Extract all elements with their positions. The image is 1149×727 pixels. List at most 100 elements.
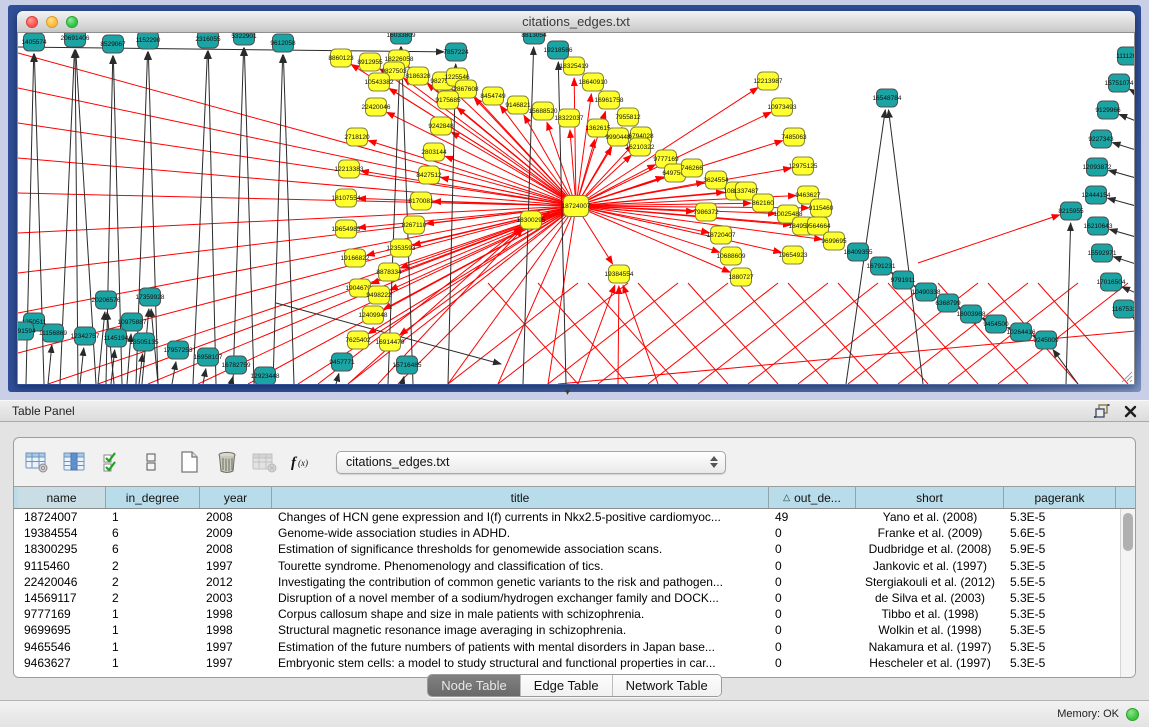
table-row[interactable]: 911546021997Tourette syndrome. Phenomeno… — [14, 558, 1135, 574]
network-canvas[interactable]: 1872400788601238912955182260589827503105… — [17, 33, 1135, 384]
network-node[interactable]: 8912955 — [357, 53, 383, 71]
resize-grip-icon[interactable] — [1119, 369, 1133, 383]
table-row[interactable]: 1456911722003Disruption of a novel membe… — [14, 590, 1135, 606]
table-cell[interactable]: 19384554 — [18, 525, 106, 541]
table-cell[interactable]: 0 — [769, 622, 856, 638]
network-node[interactable]: 9175685 — [435, 91, 461, 109]
network-node[interactable]: 2316055 — [195, 33, 221, 48]
network-node[interactable]: 11156869 — [39, 324, 67, 342]
table-cell[interactable]: 1 — [106, 639, 200, 655]
network-node[interactable]: 12444154 — [1082, 186, 1111, 204]
table-cell[interactable]: Franke et al. (2009) — [856, 525, 1004, 541]
network-node[interactable]: 9498222 — [366, 286, 392, 304]
table-cell[interactable]: 1 — [106, 606, 200, 622]
network-edge-red[interactable] — [18, 206, 576, 233]
network-node[interactable]: 16548784 — [873, 89, 902, 107]
column-settings-icon[interactable] — [62, 449, 88, 475]
network-node[interactable]: 1145194 — [104, 329, 129, 347]
network-node[interactable]: 16409355 — [844, 243, 873, 261]
network-node[interactable]: 17359928 — [136, 288, 165, 306]
network-node[interactable]: 8529067 — [100, 35, 126, 53]
network-edge-red[interactable] — [648, 283, 778, 384]
network-edge-red[interactable] — [448, 283, 578, 384]
table-cell[interactable]: 9777169 — [18, 606, 106, 622]
table-cell[interactable]: 1997 — [200, 639, 272, 655]
network-node[interactable]: 16791231 — [867, 257, 896, 275]
network-edge-black[interactable] — [203, 369, 206, 384]
network-node[interactable]: 16782759 — [222, 356, 251, 374]
network-node[interactable]: 7485063 — [781, 128, 807, 146]
network-edge-red[interactable] — [18, 206, 576, 353]
network-edge-red[interactable] — [18, 158, 576, 206]
network-node[interactable]: 8878334 — [376, 263, 402, 281]
select-columns-icon[interactable] — [100, 449, 126, 475]
network-edge-black[interactable] — [1129, 89, 1135, 93]
new-table-icon[interactable] — [176, 449, 202, 475]
network-edge-black[interactable] — [1122, 287, 1135, 293]
table-cell[interactable]: 22420046 — [18, 574, 106, 590]
network-edge-black[interactable] — [1108, 198, 1135, 206]
network-node[interactable]: 9245009 — [1033, 331, 1059, 349]
network-edge-red[interactable] — [18, 193, 576, 206]
table-cell[interactable]: 0 — [769, 558, 856, 574]
column-header-year[interactable]: year — [200, 487, 272, 508]
table-row[interactable]: 946554611997Estimation of the future num… — [14, 639, 1135, 655]
network-edge-red[interactable] — [738, 283, 828, 384]
network-node[interactable]: 1405574 — [21, 33, 47, 51]
table-cell[interactable]: 5.3E-5 — [1004, 606, 1116, 622]
function-builder-icon[interactable]: f(x) — [290, 449, 316, 475]
table-cell[interactable]: 5.5E-5 — [1004, 574, 1116, 590]
network-node[interactable]: 9791911 — [891, 271, 916, 289]
table-cell[interactable]: 5.3E-5 — [1004, 590, 1116, 606]
table-cell[interactable]: 18724007 — [18, 509, 106, 525]
network-node[interactable]: 22420046 — [362, 98, 391, 116]
table-cell[interactable]: 0 — [769, 639, 856, 655]
network-node[interactable]: 9612058 — [270, 34, 296, 52]
network-node[interactable]: 19166822 — [341, 249, 370, 267]
table-row[interactable]: 946362711997Embryonic stem cells: a mode… — [14, 655, 1135, 671]
network-edge-black[interactable] — [193, 51, 207, 384]
table-cell[interactable]: Wolkin et al. (1998) — [856, 622, 1004, 638]
network-edge-black[interactable] — [80, 348, 84, 384]
network-node[interactable]: 18107554 — [332, 189, 361, 207]
table-cell[interactable]: Structural magnetic resonance image aver… — [272, 622, 769, 638]
table-cell[interactable]: 1 — [106, 509, 200, 525]
table-cell[interactable]: 0 — [769, 590, 856, 606]
table-cell[interactable]: 5.3E-5 — [1004, 509, 1116, 525]
table-cell[interactable]: 18300295 — [18, 541, 106, 557]
table-cell[interactable]: 9465546 — [18, 639, 106, 655]
panel-splitter[interactable]: ▾ — [0, 392, 1149, 400]
network-edge-black[interactable] — [273, 55, 283, 384]
table-cell[interactable]: 1 — [106, 655, 200, 671]
network-node[interactable]: 12213383 — [335, 160, 364, 178]
network-edge-red[interactable] — [698, 283, 828, 384]
network-edge-red[interactable] — [618, 286, 619, 384]
network-node[interactable]: 5322901 — [231, 33, 257, 45]
network-node[interactable]: 9146821 — [505, 96, 531, 114]
network-node[interactable]: 10543382 — [365, 73, 394, 91]
network-node[interactable]: 8186328 — [405, 67, 431, 85]
table-cell[interactable]: 2 — [106, 590, 200, 606]
network-edge-red[interactable] — [445, 156, 576, 206]
table-row[interactable]: 1872400712008Changes of HCN gene express… — [14, 509, 1135, 525]
scrollbar-thumb[interactable] — [1123, 513, 1133, 551]
table-cell[interactable]: 6 — [106, 525, 200, 541]
network-node[interactable]: 7986372 — [693, 203, 719, 221]
network-node[interactable]: 10688609 — [717, 247, 746, 265]
network-edge-black[interactable] — [1110, 229, 1135, 237]
table-cell[interactable]: Disruption of a novel member of a sodium… — [272, 590, 769, 606]
network-node[interactable]: 18720407 — [707, 226, 736, 244]
table-cell[interactable]: 5.3E-5 — [1004, 639, 1116, 655]
float-panel-icon[interactable] — [1094, 404, 1110, 418]
network-node[interactable]: 16961758 — [595, 91, 624, 109]
network-node[interactable]: 16210643 — [1084, 217, 1113, 235]
network-node[interactable]: 16210322 — [626, 138, 655, 156]
table-cell[interactable]: 1998 — [200, 622, 272, 638]
table-cell[interactable]: 2003 — [200, 590, 272, 606]
network-node[interactable]: 15716485 — [393, 356, 422, 374]
table-row[interactable]: 977716911998Corpus callosum shape and si… — [14, 606, 1135, 622]
network-edge-black[interactable] — [1133, 317, 1135, 320]
table-cell[interactable]: 6 — [106, 541, 200, 557]
network-node[interactable]: 1391594 — [18, 322, 36, 340]
network-node[interactable]: 2803144 — [421, 143, 447, 161]
